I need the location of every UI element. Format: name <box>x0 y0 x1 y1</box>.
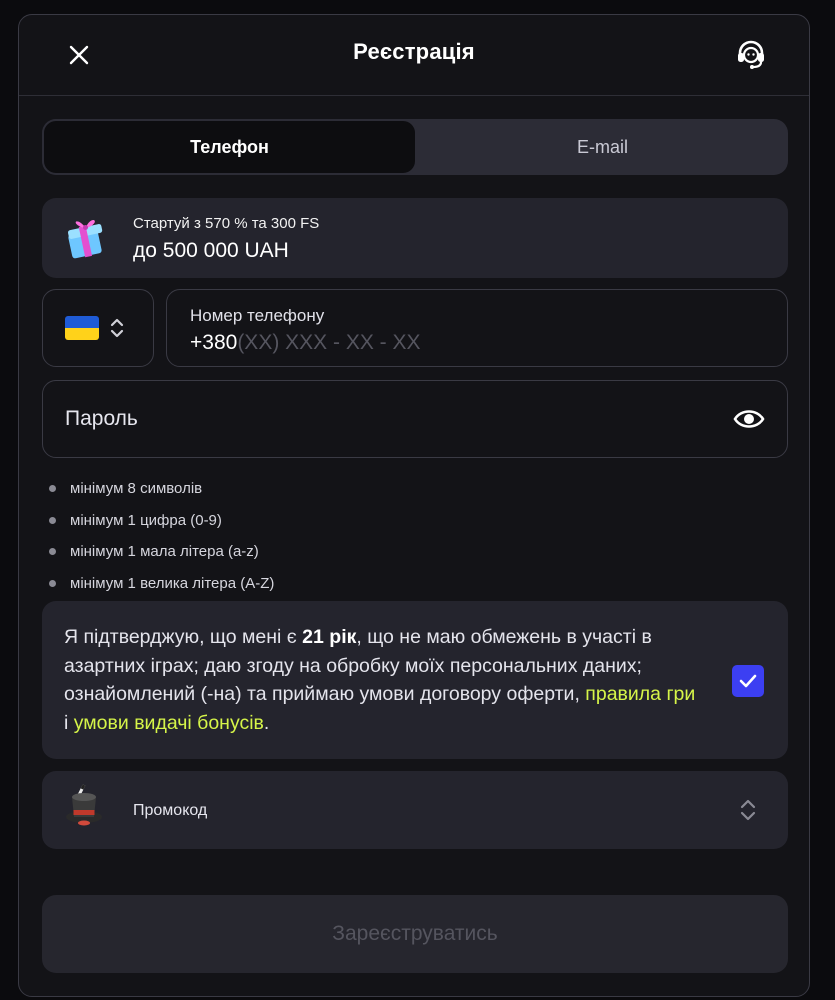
game-rules-link[interactable]: правила гри <box>585 683 695 705</box>
promo-label: Промокод <box>133 802 208 819</box>
page-title: Реєстрація <box>353 39 475 64</box>
age-text: 21 рік <box>302 626 357 648</box>
phone-value: +380(XX) XXX - XX - XX <box>190 331 421 355</box>
bullet-icon <box>49 516 56 524</box>
password-rules: мінімум 8 символів мінімум 1 цифра (0-9)… <box>49 473 274 599</box>
magic-hat-icon <box>66 784 102 826</box>
show-password-button[interactable] <box>733 405 765 433</box>
password-input[interactable]: Пароль <box>42 380 788 458</box>
consent-checkbox[interactable] <box>732 665 764 697</box>
bonus-terms-link[interactable]: умови видачі бонусів <box>74 712 264 734</box>
registration-modal: Реєстрація Телефон E-mail Стартуй з 570 … <box>18 14 810 997</box>
headset-icon <box>738 40 764 69</box>
chevron-updown-icon <box>110 318 124 338</box>
ukraine-flag-icon <box>65 316 99 340</box>
checkmark-icon <box>739 674 757 688</box>
list-item: мінімум 8 символів <box>49 473 274 505</box>
list-item: мінімум 1 мала літера (a-z) <box>49 536 274 568</box>
password-placeholder: Пароль <box>65 407 138 430</box>
bonus-title: Стартуй з 570 % та 300 FS <box>133 215 320 232</box>
support-button[interactable] <box>733 37 769 73</box>
list-item: мінімум 1 велика літера (A-Z) <box>49 568 274 600</box>
registration-type-tabs: Телефон E-mail <box>42 119 788 175</box>
bullet-icon <box>49 548 56 556</box>
gift-icon <box>68 220 103 259</box>
country-selector[interactable] <box>42 289 154 367</box>
tab-email[interactable]: E-mail <box>417 119 788 175</box>
consent-text: Я підтверджую, що мені є 21 рік, що не м… <box>64 626 696 734</box>
consent-block: Я підтверджую, що мені є 21 рік, що не м… <box>42 601 788 759</box>
promo-code-dropdown[interactable]: Промокод <box>42 771 788 849</box>
bullet-icon <box>49 579 56 587</box>
list-item: мінімум 1 цифра (0-9) <box>49 505 274 537</box>
phone-label: Номер телефону <box>190 306 325 325</box>
phone-mask: (XX) XXX - XX - XX <box>237 331 421 354</box>
bullet-icon <box>49 485 56 493</box>
bonus-amount: до 500 000 UAH <box>133 239 289 262</box>
tab-phone[interactable]: Телефон <box>42 119 417 175</box>
modal-header: Реєстрація <box>19 15 809 96</box>
eye-icon <box>733 410 765 428</box>
phone-input[interactable]: Номер телефону +380(XX) XXX - XX - XX <box>166 289 788 367</box>
chevron-updown-icon <box>740 799 756 821</box>
register-button[interactable]: Зареєструватись <box>42 895 788 973</box>
bonus-banner[interactable]: Стартуй з 570 % та 300 FS до 500 000 UAH <box>42 198 788 278</box>
phone-prefix: +380 <box>190 331 238 354</box>
